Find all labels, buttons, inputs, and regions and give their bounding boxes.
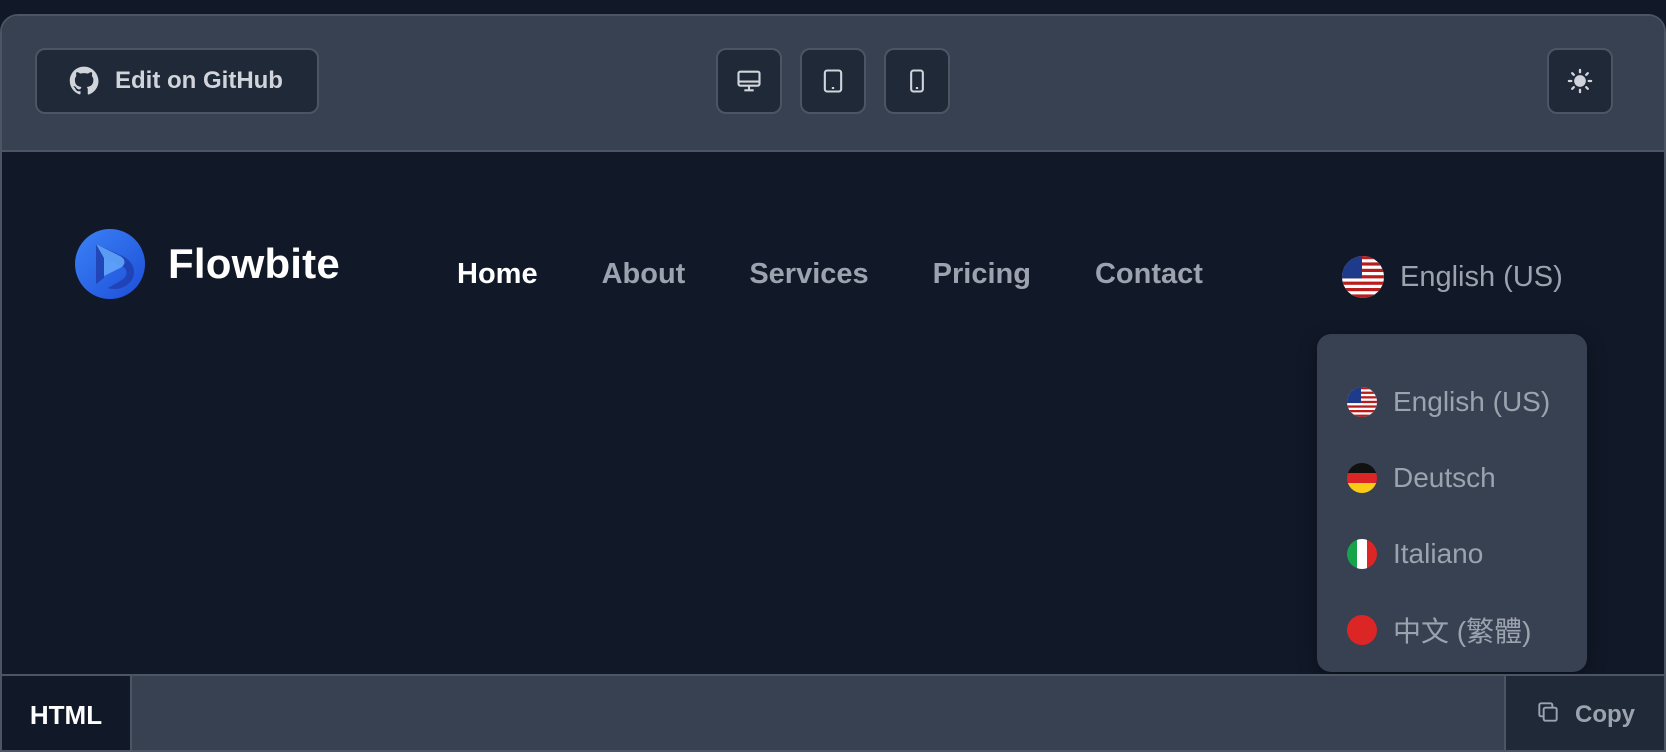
main-nav: Home About Services Pricing Contact [457,258,1267,291]
theme-toggle-button[interactable] [1547,48,1613,114]
nav-link-home[interactable]: Home [457,258,538,291]
mobile-icon [903,67,931,95]
language-option-label: 中文 (繁體) [1393,616,1532,647]
cn-flag-icon [1347,615,1377,645]
tab-html[interactable]: HTML [2,676,132,750]
preview-frame: Edit on GitHub Flowbite Home About Servi… [0,14,1666,752]
copy-label: Copy [1575,701,1635,728]
language-option-label: Deutsch [1393,462,1496,493]
language-option-chinese[interactable]: 中文 (繁體) [1317,592,1587,668]
edit-on-github-button[interactable]: Edit on GitHub [35,48,319,114]
nav-link-pricing[interactable]: Pricing [933,258,1031,291]
language-selected-label: English (US) [1400,260,1563,293]
desktop-view-button[interactable] [716,48,782,114]
edit-on-github-label: Edit on GitHub [115,67,283,94]
copy-icon [1535,699,1561,732]
language-selector[interactable]: English (US) [1342,256,1563,298]
sun-icon [1566,67,1594,95]
tablet-icon [819,67,847,95]
language-dropdown: English (US) Deutsch Italiano 中文 (繁體) [1317,334,1587,672]
mobile-view-button[interactable] [884,48,950,114]
language-option-label: Italiano [1393,538,1484,569]
flowbite-logo-icon [74,228,146,300]
us-flag-icon [1342,256,1384,298]
copy-button[interactable]: Copy [1504,676,1664,750]
nav-link-about[interactable]: About [602,258,686,291]
nav-link-contact[interactable]: Contact [1095,258,1203,291]
language-option-english[interactable]: English (US) [1317,364,1587,440]
github-icon [69,66,99,96]
us-flag-icon [1347,387,1377,417]
de-flag-icon [1347,463,1377,493]
brand-name: Flowbite [168,240,340,287]
language-option-label: English (US) [1393,386,1551,417]
language-option-italiano[interactable]: Italiano [1317,516,1587,592]
brand-logo[interactable]: Flowbite [74,228,340,300]
language-option-deutsch[interactable]: Deutsch [1317,440,1587,516]
preview-toolbar: Edit on GitHub [2,16,1664,152]
it-flag-icon [1347,539,1377,569]
code-panel-bar: HTML Copy [2,674,1664,750]
tablet-view-button[interactable] [800,48,866,114]
nav-link-services[interactable]: Services [749,258,868,291]
desktop-icon [735,67,763,95]
